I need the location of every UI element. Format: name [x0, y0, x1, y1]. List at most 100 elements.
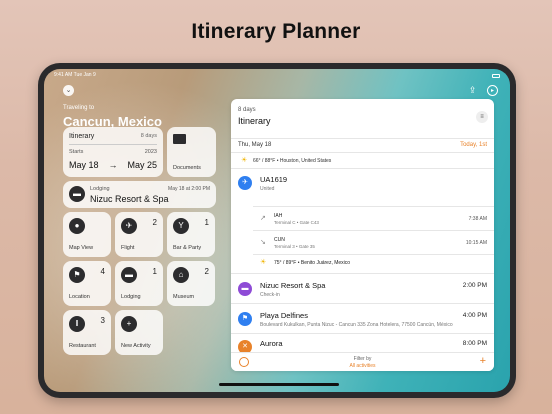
day-label: Thu, May 18	[238, 142, 272, 148]
departure-detail: Terminal C • Gate C43	[274, 220, 319, 225]
status-icons	[492, 72, 500, 80]
plus-icon: +	[121, 316, 137, 332]
arrival-code: CUN	[274, 237, 285, 243]
date-range: May 18 → May 25	[69, 160, 157, 170]
tile-label: Flight	[121, 245, 135, 251]
arrow-icon: →	[108, 160, 118, 170]
home-indicator[interactable]	[219, 383, 339, 386]
status-bar: 9:41 AM Tue Jan 9	[54, 72, 500, 80]
filter-label: Filter by	[353, 356, 372, 362]
aurora-time: 8:00 PM	[462, 340, 487, 347]
hotel-time: 2:00 PM	[462, 282, 487, 289]
battery-icon	[492, 74, 500, 78]
tile-label: Lodging	[121, 294, 141, 300]
airplane-icon: ✈	[238, 176, 252, 190]
end-date: May 25	[127, 160, 157, 170]
utensils-icon: ‖	[69, 316, 85, 332]
divider	[69, 144, 157, 145]
tile-count: 2	[204, 267, 209, 276]
traveling-to-label: Traveling to	[63, 105, 95, 111]
tile-lodging[interactable]: ▬ 1 Lodging	[115, 261, 163, 306]
app-screen: 9:41 AM Tue Jan 9 ⌄ ⇪ ▸ Traveling to Can…	[44, 69, 510, 392]
beach-row[interactable]: ⚑ Playa Delfines Boulevard Kukulkan, Pun…	[231, 303, 494, 333]
share-icon[interactable]: ⇪	[467, 85, 478, 96]
lodging-card[interactable]: ▬ Lodging Nizuc Resort & Spa May 18 at 2…	[63, 181, 216, 208]
tile-label: Location	[69, 294, 90, 300]
tablet-frame: 9:41 AM Tue Jan 9 ⌄ ⇪ ▸ Traveling to Can…	[38, 63, 516, 398]
tile-label: New Activity	[121, 343, 151, 349]
collapse-chevron-icon[interactable]: ⌄	[63, 85, 74, 96]
weather-text: 66° / 88°F • Houston, United States	[253, 158, 332, 164]
more-icon[interactable]: ▸	[487, 85, 498, 96]
bottom-toolbar: Filter by All activities +	[231, 352, 494, 371]
tile-count: 1	[152, 267, 157, 276]
tile-count: 1	[204, 218, 209, 227]
start-date: May 18	[69, 160, 99, 170]
sun-icon: ☀	[241, 157, 248, 164]
beach-time: 4:00 PM	[462, 312, 487, 319]
hotel-row[interactable]: ▬ Nizuc Resort & Spa Check-in 2:00 PM	[231, 273, 494, 303]
weather-row-2: ☀ 75° / 89°F • Benito Juárez, Mexico	[253, 254, 494, 270]
panel-days: 8 days	[238, 107, 256, 113]
tile-label: Restaurant	[69, 343, 96, 349]
page-headline: Itinerary Planner	[191, 20, 361, 43]
departure-row[interactable]: ↗ IAH Terminal C • Gate C43 7:38 AM	[253, 206, 494, 230]
departure-arrow-icon: ↗	[260, 215, 266, 222]
tile-flight[interactable]: ✈ 2 Flight	[115, 212, 163, 257]
flight-row[interactable]: ✈ UA1619 United	[231, 168, 494, 196]
tile-label: Museum	[173, 294, 195, 300]
arrival-arrow-icon: ↘	[260, 239, 266, 246]
tile-count: 4	[100, 267, 105, 276]
documents-card[interactable]: Documents	[167, 127, 216, 177]
arrival-detail: Terminal 3 • Gate 35	[274, 244, 315, 249]
museum-icon: ⌂	[173, 267, 189, 283]
itinerary-panel: 8 days Itinerary ≡ Thu, May 18 Today, 1s…	[231, 99, 494, 371]
filter-value[interactable]: All activities	[231, 363, 494, 369]
tile-museum[interactable]: ⌂ 2 Museum	[167, 261, 215, 306]
map-pin-icon: ●	[69, 218, 85, 234]
day-header: Thu, May 18 Today, 1st	[231, 138, 494, 152]
hotel-subtitle: Check-in	[260, 292, 280, 298]
panel-title: Itinerary	[238, 116, 271, 126]
tile-restaurant[interactable]: ‖ 3 Restaurant	[63, 310, 111, 355]
sun-icon: ☀	[260, 259, 267, 266]
flight-subtitle: United	[260, 186, 275, 192]
bed-icon: ▬	[121, 267, 137, 283]
aurora-row[interactable]: ✕ Aurora 8:00 PM	[231, 333, 494, 354]
bed-icon: ▬	[238, 282, 252, 296]
add-icon[interactable]: +	[480, 355, 486, 367]
tile-label: Bar & Party	[173, 245, 202, 251]
arrival-row[interactable]: ↘ CUN Terminal 3 • Gate 35 10:15 AM	[253, 230, 494, 254]
year-label: 2023	[144, 149, 157, 155]
status-time: 9:41 AM	[54, 72, 73, 78]
bed-icon: ▬	[69, 186, 85, 202]
tile-count: 2	[152, 218, 157, 227]
weather-text-2: 75° / 89°F • Benito Juárez, Mexico	[274, 260, 351, 266]
top-actions: ⇪ ▸	[467, 85, 498, 96]
tile-map-view[interactable]: ● Map View	[63, 212, 111, 257]
starts-label: Starts	[69, 149, 84, 155]
beach-title: Playa Delfines	[260, 311, 308, 320]
tile-location[interactable]: ⚑ 4 Location	[63, 261, 111, 306]
folder-icon	[173, 134, 186, 144]
tile-count: 3	[100, 316, 105, 325]
tile-bar-party[interactable]: Y 1 Bar & Party	[167, 212, 215, 257]
itinerary-card-days: 8 days	[140, 133, 157, 139]
flight-title: UA1619	[260, 175, 288, 184]
lodging-card-label: Lodging	[90, 186, 110, 192]
tile-label: Map View	[69, 245, 94, 251]
departure-code: IAH	[274, 213, 283, 219]
lodging-card-name: Nizuc Resort & Spa	[90, 194, 169, 204]
flag-icon: ⚑	[238, 312, 252, 326]
menu-icon[interactable]: ≡	[476, 111, 488, 123]
itinerary-card[interactable]: Itinerary 8 days Starts 2023 May 18 → Ma…	[63, 127, 163, 177]
documents-label: Documents	[173, 165, 201, 171]
weather-row: ☀ 66° / 88°F • Houston, United States	[231, 152, 494, 168]
tile-new-activity[interactable]: + New Activity	[115, 310, 163, 355]
hotel-title: Nizuc Resort & Spa	[260, 281, 326, 290]
flag-icon: ⚑	[69, 267, 85, 283]
airplane-icon: ✈	[121, 218, 137, 234]
status-date: Tue Jan 9	[73, 72, 96, 78]
lodging-card-date: May 18 at 2:00 PM	[168, 186, 210, 192]
beach-subtitle: Boulevard Kukulkan, Punta Nizuc - Cancun…	[260, 322, 453, 328]
